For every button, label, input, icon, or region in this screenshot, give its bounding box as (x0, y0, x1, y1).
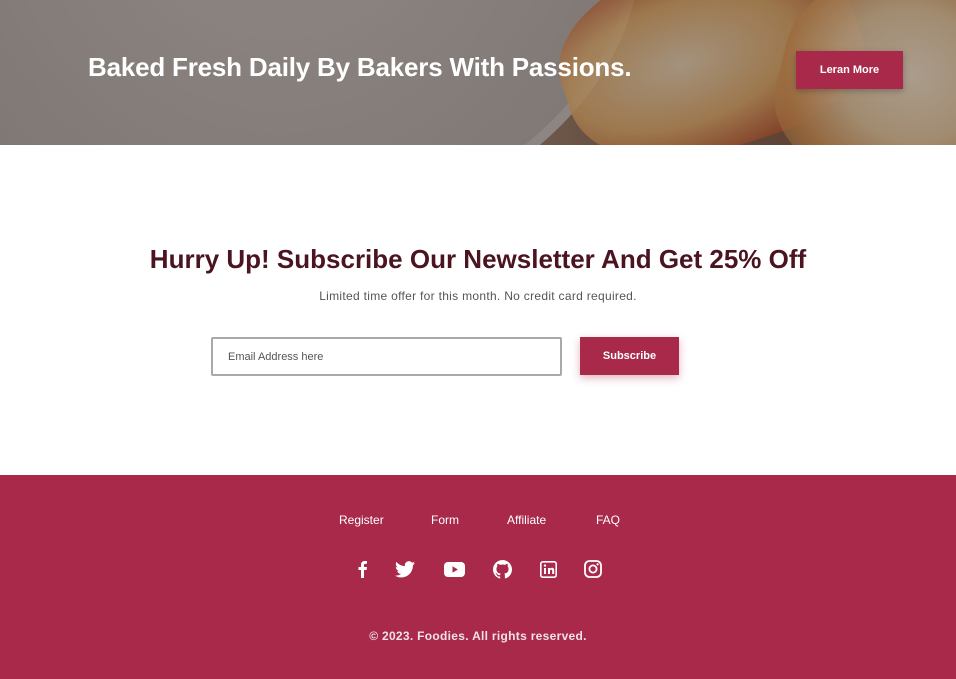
newsletter-title: Hurry Up! Subscribe Our Newsletter And G… (149, 244, 807, 274)
newsletter-subtitle: Limited time offer for this month. No cr… (319, 289, 637, 303)
instagram-icon[interactable] (583, 559, 603, 579)
learn-more-button[interactable]: Leran More (796, 51, 903, 89)
footer: Register Form Affiliate FAQ © 2023. Food… (0, 475, 956, 679)
youtube-icon[interactable] (443, 559, 465, 579)
github-icon[interactable] (492, 559, 512, 579)
email-input[interactable] (211, 337, 562, 376)
footer-link-faq[interactable]: FAQ (596, 513, 620, 527)
hero-banner: Baked Fresh Daily By Bakers With Passion… (0, 0, 956, 145)
footer-link-register[interactable]: Register (339, 513, 384, 527)
hero-title: Baked Fresh Daily By Bakers With Passion… (88, 52, 632, 82)
twitter-icon[interactable] (395, 559, 415, 579)
subscribe-button[interactable]: Subscribe (580, 337, 679, 375)
facebook-icon[interactable] (352, 559, 372, 579)
footer-link-affiliate[interactable]: Affiliate (507, 513, 546, 527)
copyright-text: © 2023. Foodies. All rights reserved. (369, 629, 587, 643)
footer-link-form[interactable]: Form (431, 513, 459, 527)
linkedin-icon[interactable] (538, 559, 558, 579)
